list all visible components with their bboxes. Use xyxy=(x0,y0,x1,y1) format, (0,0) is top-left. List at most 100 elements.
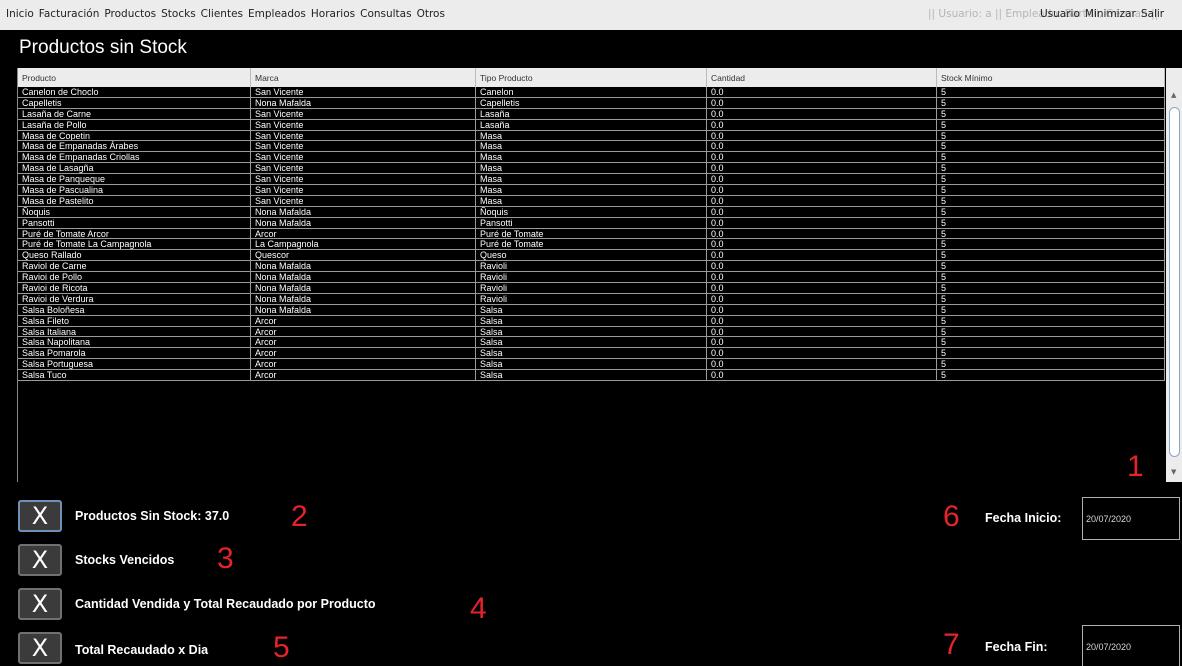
table-cell: San Vicente xyxy=(251,130,476,141)
table-cell: Canelon de Choclo xyxy=(18,87,251,97)
table-row[interactable]: Lasaña de Carne San Vicente Lasaña 0.0 5 xyxy=(18,108,1165,120)
table-row[interactable]: Canelon de Choclo San Vicente Canelon 0.0 5 xyxy=(18,87,1165,98)
table-row[interactable]: Salsa Boloñesa Nona Mafalda Salsa 0.0 5 xyxy=(18,304,1165,316)
table-cell: Arcor xyxy=(251,326,476,337)
table-body: Canelon de Choclo San Vicente Canelon 0.0 5 C… xyxy=(18,87,1165,382)
fecha-fin-field[interactable] xyxy=(1082,625,1180,666)
table-cell: Puré de Tomate La Campagnola xyxy=(18,239,251,250)
table-row[interactable]: Salsa Italiana Arcor Salsa 0.0 5 xyxy=(18,326,1165,338)
total-recaudado-dia-button[interactable]: X xyxy=(18,632,62,664)
products-table: Producto Marca Tipo Producto Cantidad St… xyxy=(17,68,1182,482)
table-row[interactable]: Capelletis Nona Mafalda Capelletis 0.0 5 xyxy=(18,97,1165,109)
table-cell: Ravioli xyxy=(476,261,707,272)
page-title: Productos sin Stock xyxy=(19,37,187,58)
table-cell: Queso xyxy=(476,250,707,261)
table-cell: Arcor xyxy=(251,348,476,359)
table-cell: Capelletis xyxy=(476,97,707,108)
table-row[interactable]: Salsa Tuco Arcor Salsa 0.0 5 xyxy=(18,370,1165,382)
table-row[interactable]: Masa de Pastelito San Vicente Masa 0.0 5 xyxy=(18,195,1165,207)
table-cell: 0.0 xyxy=(707,87,937,97)
table-cell: 5 xyxy=(937,174,1165,185)
table-row[interactable]: Masa de Panqueque San Vicente Masa 0.0 5 xyxy=(18,174,1165,186)
table-cell: Salsa Boloñesa xyxy=(18,304,251,315)
table-row[interactable]: Raviol de Carne Nona Mafalda Ravioli 0.0 5 xyxy=(18,261,1165,273)
menu-items: Inicio Facturación Productos Stocks Clie… xyxy=(6,8,450,20)
table-row[interactable]: Salsa Napolitana Arcor Salsa 0.0 5 xyxy=(18,337,1165,349)
table-row[interactable]: Ñoquis Nona Mafalda Ñoquis 0.0 5 xyxy=(18,206,1165,218)
table-row[interactable]: Puré de Tomate La Campagnola La Campagnol… xyxy=(18,239,1165,251)
table-cell: 0.0 xyxy=(707,348,937,359)
productos-sin-stock-label: Productos Sin Stock: 37.0 xyxy=(75,509,230,523)
column-header-cantidad[interactable]: Cantidad xyxy=(707,68,937,87)
table-cell: Lasaña de Carne xyxy=(18,108,251,119)
table-cell: 5 xyxy=(937,250,1165,261)
table-row[interactable]: Ravioi de Verdura Nona Mafalda Ravioli 0.0 5 xyxy=(18,293,1165,305)
table-cell: 5 xyxy=(937,228,1165,239)
menu-otros[interactable]: Otros xyxy=(417,8,445,20)
table-cell: 5 xyxy=(937,108,1165,119)
table-cell: Puré de Tomate xyxy=(476,228,707,239)
table-cell: 5 xyxy=(937,359,1165,370)
table-row[interactable]: Puré de Tomate Arcor Arcor Puré de Tomate 0… xyxy=(18,228,1165,240)
scroll-up-icon[interactable]: ▲ xyxy=(1171,91,1176,99)
table-cell: 5 xyxy=(937,119,1165,130)
table-cell: 5 xyxy=(937,261,1165,272)
table-cell: Ravioi de Ricota xyxy=(18,283,251,293)
table-row[interactable]: Salsa Pomarola Arcor Salsa 0.0 5 xyxy=(18,348,1165,360)
table-cell: 0.0 xyxy=(707,315,937,326)
table-cell: Ñoquis xyxy=(476,206,707,217)
table-row[interactable]: Queso Rallado Quescor Queso 0.0 5 xyxy=(18,250,1165,262)
table-cell: 0.0 xyxy=(707,174,937,185)
table-row[interactable]: Ravioi de Pollo Nona Mafalda Ravioli 0.0 5 xyxy=(18,272,1165,284)
table-row[interactable]: Masa de Empanadas Criollas San Vicente Mas… xyxy=(18,152,1165,164)
productos-sin-stock-button[interactable]: X xyxy=(18,500,62,532)
menu-usuario[interactable]: Usuario xyxy=(1040,8,1080,20)
table-row[interactable]: Masa de Lasagña San Vicente Masa 0.0 5 xyxy=(18,163,1165,175)
scroll-thumb[interactable] xyxy=(1169,107,1180,457)
table-row[interactable]: Ravioi de Ricota Nona Mafalda Ravioli 0.0 5 xyxy=(18,283,1165,294)
menu-facturacion[interactable]: Facturación xyxy=(39,8,100,20)
scroll-down-icon[interactable]: ▼ xyxy=(1171,468,1176,476)
minimize-button[interactable]: Minimizar xyxy=(1085,8,1136,20)
table-row[interactable]: Pansotti Nona Mafalda Pansotti 0.0 5 xyxy=(18,217,1165,229)
stocks-vencidos-button[interactable]: X xyxy=(18,544,62,576)
column-header-tipo-producto[interactable]: Tipo Producto xyxy=(476,68,707,87)
table-row[interactable]: Masa de Empanadas Árabes San Vicente Masa 0… xyxy=(18,141,1165,153)
table-cell: Masa xyxy=(476,152,707,163)
table-cell: 0.0 xyxy=(707,326,937,337)
table-cell: 5 xyxy=(937,163,1165,174)
table-row[interactable]: Salsa Portuguesa Arcor Salsa 0.0 5 xyxy=(18,359,1165,371)
table-cell: 0.0 xyxy=(707,163,937,174)
menu-productos[interactable]: Productos xyxy=(104,8,156,20)
cantidad-vendida-button[interactable]: X xyxy=(18,588,62,620)
column-header-producto[interactable]: Producto xyxy=(18,68,251,87)
table-cell: 0.0 xyxy=(707,119,937,130)
menu-stocks[interactable]: Stocks xyxy=(161,8,196,20)
menu-clientes[interactable]: Clientes xyxy=(201,8,243,20)
table-cell: Salsa xyxy=(476,326,707,337)
menu-empleados[interactable]: Empleados xyxy=(248,8,306,20)
column-header-marca[interactable]: Marca xyxy=(251,68,476,87)
table-cell: Ravioli xyxy=(476,293,707,304)
fecha-inicio-field[interactable] xyxy=(1082,497,1180,540)
table-cell: 0.0 xyxy=(707,185,937,195)
menu-inicio[interactable]: Inicio xyxy=(6,8,34,20)
table-cell: 5 xyxy=(937,206,1165,217)
table-cell: 5 xyxy=(937,87,1165,97)
table-cell: 0.0 xyxy=(707,141,937,152)
table-row[interactable]: Masa de Copetin San Vicente Masa 0.0 5 xyxy=(18,130,1165,142)
table-row[interactable]: Salsa Fileto Arcor Salsa 0.0 5 xyxy=(18,315,1165,327)
menu-consultas[interactable]: Consultas xyxy=(360,8,411,20)
table-row[interactable]: Masa de Pascualina San Vicente Masa 0.0 5 xyxy=(18,185,1165,196)
table-row[interactable]: Lasaña de Pollo San Vicente Lasaña 0.0 5 xyxy=(18,119,1165,131)
table-cell: 0.0 xyxy=(707,250,937,261)
menu-horarios[interactable]: Horarios xyxy=(311,8,355,20)
table-cell: Salsa xyxy=(476,348,707,359)
table-cell: Ravioi de Pollo xyxy=(18,272,251,283)
column-header-stock-minimo[interactable]: Stock Mínimo xyxy=(937,68,1165,87)
vertical-scrollbar[interactable]: ▲ ▼ xyxy=(1166,87,1182,482)
table-cell: San Vicente xyxy=(251,163,476,174)
total-recaudado-dia-label: Total Recaudado x Dia xyxy=(75,643,209,657)
exit-button[interactable]: Salir xyxy=(1141,8,1164,20)
marker-4: 4 xyxy=(470,592,487,625)
